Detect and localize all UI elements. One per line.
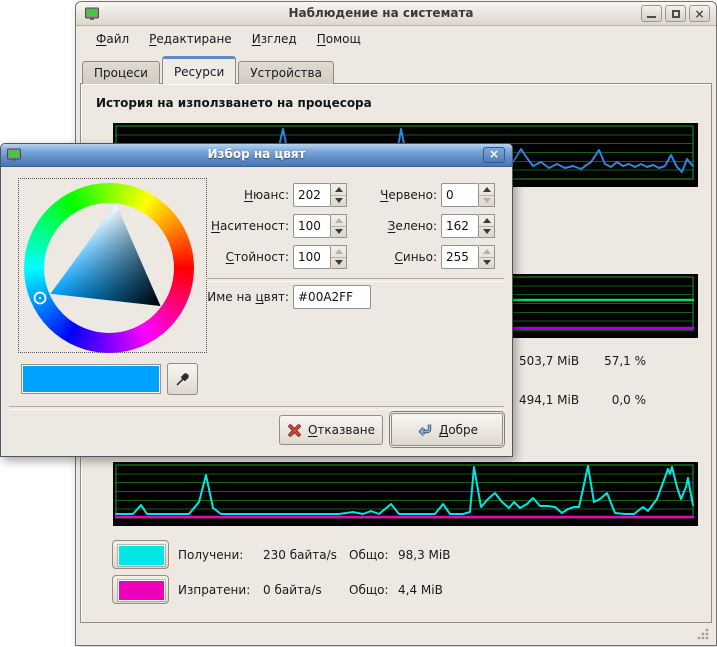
received-label: Получени: [178,548,243,562]
value-spin-down[interactable] [331,258,346,269]
value-spinner [331,245,347,269]
dialog-icon [6,147,22,163]
maximize-icon [672,10,680,18]
color-name-label: Име на цвят: [199,290,289,304]
red-input[interactable] [441,183,479,207]
saturation-spin-up[interactable] [331,215,346,227]
received-color-button[interactable] [112,540,169,569]
separator [206,278,504,282]
saturation-value-triangle[interactable] [24,183,194,353]
tab-bar: Процеси Ресурси Устройства [82,56,336,84]
saturation-label: Наситеност: [199,219,289,233]
maximize-button[interactable] [665,5,686,22]
value-spin-up[interactable] [331,246,346,258]
received-total-label: Общо: [349,548,389,562]
minimize-icon [647,16,656,18]
hue-label: Нюанс: [199,188,289,202]
blue-spinner [479,245,495,269]
hue-spinner [331,183,347,207]
red-label: Червено: [354,188,437,202]
green-spin-up[interactable] [479,215,494,227]
hue-spin-down[interactable] [331,196,346,207]
color-preview-frame [21,364,161,394]
hue-input[interactable] [293,183,331,207]
menu-file[interactable]: Файл [86,28,139,50]
minimize-button[interactable] [641,5,662,22]
sent-rate: 0 байта/s [263,583,322,597]
red-spin-up[interactable] [479,184,494,196]
green-spin-down[interactable] [479,227,494,238]
dialog-titlebar[interactable]: Избор на цвят × [1,144,512,167]
tab-resources[interactable]: Ресурси [162,56,236,84]
resize-grip[interactable] [695,626,710,641]
menu-help[interactable]: Помощ [307,28,371,50]
close-button[interactable]: × [689,5,710,22]
hue-spin-up[interactable] [331,184,346,196]
ok-enter-icon [416,422,433,438]
cancel-x-icon [287,423,302,438]
swap-percent: 0,0 % [581,393,646,407]
hue-selector-handle[interactable] [35,293,46,304]
menu-edit[interactable]: Редактиране [139,28,242,50]
green-spinner [479,214,495,238]
received-total: 98,3 MiB [398,548,450,562]
network-history-chart [113,462,698,526]
received-rate: 230 байта/s [263,548,337,562]
saturation-spinner [331,214,347,238]
ok-button[interactable]: Добре [391,413,503,446]
tab-devices[interactable]: Устройства [238,61,334,84]
desktop: { "colors":{"window_bg":"#EDE9E2","chart… [0,0,717,647]
green-input[interactable] [441,214,479,238]
eyedropper-button[interactable] [167,363,198,395]
value-label: Стойност: [199,250,289,264]
eyedropper-icon [175,371,191,387]
sent-label: Изпратени: [178,583,250,597]
cpu-history-title: История на използването на процесора [96,96,372,110]
saturation-input[interactable] [293,214,331,238]
received-swatch [118,545,165,566]
red-spin-down[interactable] [479,196,494,207]
saturation-spin-down[interactable] [331,227,346,238]
blue-label: Синьо: [354,250,437,264]
memory-percent: 57,1 % [581,354,646,368]
swap-amount: 494,1 MiB [519,393,579,407]
dialog-close-button[interactable]: × [483,147,505,163]
tab-processes[interactable]: Процеси [82,61,160,84]
color-picker-dialog: Избор на цвят × Нюанс: Наситеност: Ст [0,143,513,457]
sent-total: 4,4 MiB [398,583,443,597]
system-monitor-icon [84,6,100,22]
green-label: Зелено: [354,219,437,233]
sent-total-label: Общо: [349,583,389,597]
value-input[interactable] [293,245,331,269]
memory-amount: 503,7 MiB [519,354,579,368]
menubar: Файл Редактиране Изглед Помощ [76,26,716,52]
blue-input[interactable] [441,245,479,269]
cancel-button[interactable]: Отказване [279,415,383,445]
blue-spin-down[interactable] [479,258,494,269]
menu-view[interactable]: Изглед [242,28,307,50]
color-preview-swatch [23,366,159,392]
close-icon: × [694,8,704,20]
blue-spin-up[interactable] [479,246,494,258]
main-titlebar[interactable]: Наблюдение на системата × [76,2,716,26]
window-title: Наблюдение на системата [136,6,626,20]
separator [9,406,504,410]
red-spinner [479,183,495,207]
close-icon: × [489,147,499,161]
color-name-input[interactable] [293,285,371,309]
sent-color-button[interactable] [112,575,169,604]
sent-swatch [118,580,165,601]
dialog-title: Избор на цвят [41,147,472,161]
